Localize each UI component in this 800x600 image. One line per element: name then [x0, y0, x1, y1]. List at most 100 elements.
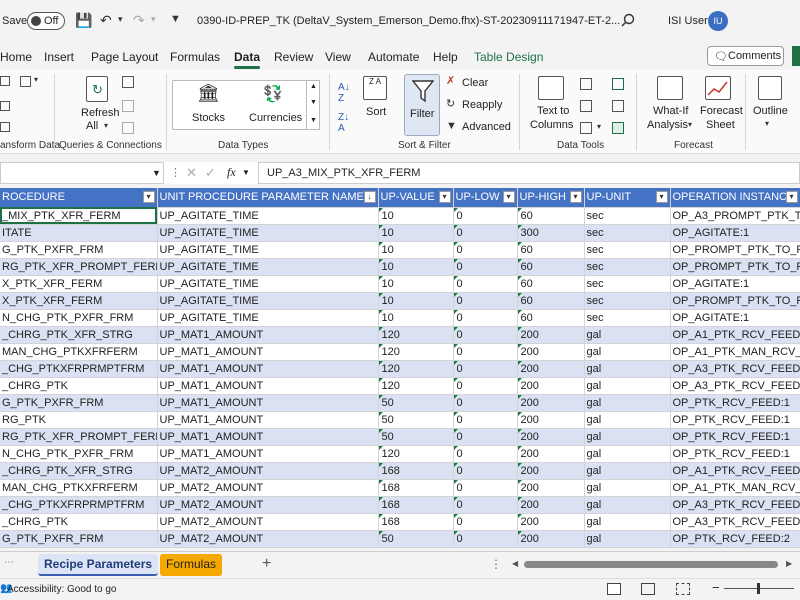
cell-up-high[interactable]: 60	[517, 292, 585, 310]
cell-up-value[interactable]: 10	[378, 275, 454, 293]
data-types-gallery[interactable]: 🏛 Stocks 💱 Currencies	[172, 80, 320, 130]
cell-up-low[interactable]: 0	[453, 377, 518, 395]
cell-parameter-name[interactable]: UP_MAT2_AMOUNT	[157, 479, 379, 497]
cell-up-value[interactable]: 120	[378, 445, 454, 463]
cell-up-value[interactable]: 168	[378, 496, 454, 514]
horizontal-scrollbar[interactable]	[524, 561, 778, 568]
scroll-left-icon[interactable]: ◀	[512, 559, 518, 568]
cell-up-unit[interactable]: gal	[584, 513, 671, 531]
sort-filter-icon[interactable]: ↓	[363, 191, 376, 203]
cell-parameter-name[interactable]: UP_MAT2_AMOUNT	[157, 462, 379, 480]
customize-toolbar-icon[interactable]: ▼	[170, 14, 181, 25]
cell-procedure[interactable]: _MIX_PTK_XFR_FERM	[0, 207, 158, 225]
cell-parameter-name[interactable]: UP_MAT1_AMOUNT	[157, 394, 379, 412]
cell-parameter-name[interactable]: UP_AGITATE_TIME	[157, 224, 379, 242]
cell-up-low[interactable]: 0	[453, 275, 518, 293]
cell-parameter-name[interactable]: UP_AGITATE_TIME	[157, 292, 379, 310]
filter-dropdown-icon[interactable]: ▾	[785, 191, 798, 203]
cell-up-value[interactable]: 50	[378, 530, 454, 548]
tab-page-layout[interactable]: Page Layout	[91, 50, 158, 64]
cell-operation-instance[interactable]: OP_PTK_RCV_FEED:2	[670, 530, 800, 548]
cell-operation-instance[interactable]: OP_A3_PTK_RCV_FEED:1	[670, 377, 800, 395]
cell-up-unit[interactable]: sec	[584, 224, 671, 242]
refresh-label[interactable]: Refresh	[81, 107, 120, 119]
data-model-icon[interactable]	[612, 122, 624, 134]
accessibility-status[interactable]: Accessibility: Good to go	[7, 584, 117, 595]
cell-up-low[interactable]: 0	[453, 394, 518, 412]
cell-procedure[interactable]: _CHRG_PTK	[0, 377, 158, 395]
cell-operation-instance[interactable]: OP_PROMPT_PTK_TO_FE	[670, 292, 800, 310]
from-table-icon[interactable]	[0, 101, 10, 111]
filter-dropdown-icon[interactable]: ▾	[438, 191, 451, 203]
cell-up-low[interactable]: 0	[453, 309, 518, 327]
chevron-down-icon[interactable]: ▼	[152, 168, 161, 178]
chevron-down-icon[interactable]: ▾	[688, 121, 692, 129]
cell-up-low[interactable]: 0	[453, 513, 518, 531]
cell-parameter-name[interactable]: UP_MAT1_AMOUNT	[157, 343, 379, 361]
cell-procedure[interactable]: _CHG_PTKXFRPRMPTFRM	[0, 360, 158, 378]
cell-up-low[interactable]: 0	[453, 292, 518, 310]
header-up-high[interactable]: UP-HIGH ▾	[517, 188, 585, 208]
sort-icon[interactable]: Z A	[363, 76, 387, 100]
get-data-icon[interactable]	[0, 76, 10, 86]
outline-label[interactable]: Outline	[753, 105, 788, 117]
cell-up-low[interactable]: 0	[453, 428, 518, 446]
chevron-down-icon[interactable]: ▼	[242, 168, 250, 177]
clear-label[interactable]: Clear	[462, 77, 488, 89]
header-parameter-name[interactable]: UNIT PROCEDURE PARAMETER NAME ↓	[157, 188, 379, 208]
cell-procedure[interactable]: ITATE	[0, 224, 158, 242]
forecast-sheet-icon[interactable]	[705, 76, 731, 100]
cell-operation-instance[interactable]: OP_A3_PTK_RCV_FEED:2	[670, 513, 800, 531]
cell-parameter-name[interactable]: UP_AGITATE_TIME	[157, 241, 379, 259]
queries-connections-icon[interactable]	[122, 76, 134, 88]
recent-sources-icon[interactable]	[0, 122, 10, 132]
cell-parameter-name[interactable]: UP_AGITATE_TIME	[157, 258, 379, 276]
sort-label[interactable]: Sort	[366, 106, 386, 118]
gallery-scroll[interactable]: ▲ ▼ ▼	[306, 80, 320, 130]
cell-up-unit[interactable]: gal	[584, 360, 671, 378]
cell-procedure[interactable]: N_CHG_PTK_PXFR_FRM	[0, 309, 158, 327]
cell-procedure[interactable]: _CHRG_PTK	[0, 513, 158, 531]
relationships-icon[interactable]	[612, 100, 624, 112]
advanced-filter-icon[interactable]: ▼	[446, 121, 457, 132]
cell-parameter-name[interactable]: UP_MAT1_AMOUNT	[157, 326, 379, 344]
cell-operation-instance[interactable]: OP_A1_PTK_RCV_FEED:2	[670, 462, 800, 480]
what-if-label-2[interactable]: Analysis	[647, 119, 688, 131]
cell-up-low[interactable]: 0	[453, 258, 518, 276]
formula-input[interactable]: UP_A3_MIX_PTK_XFR_FERM	[258, 162, 800, 184]
cell-operation-instance[interactable]: OP_A1_PTK_RCV_FEED:1	[670, 326, 800, 344]
scroll-right-icon[interactable]: ▶	[786, 559, 792, 568]
cell-up-value[interactable]: 120	[378, 377, 454, 395]
cell-up-high[interactable]: 200	[517, 513, 585, 531]
cell-up-unit[interactable]: gal	[584, 496, 671, 514]
cell-up-high[interactable]: 60	[517, 275, 585, 293]
comments-button[interactable]: 🗨 Comments	[707, 46, 784, 66]
cell-up-low[interactable]: 0	[453, 462, 518, 480]
cell-up-unit[interactable]: sec	[584, 292, 671, 310]
tab-insert[interactable]: Insert	[44, 50, 74, 64]
cell-parameter-name[interactable]: UP_MAT2_AMOUNT	[157, 496, 379, 514]
cell-up-unit[interactable]: sec	[584, 207, 671, 225]
cell-up-value[interactable]: 168	[378, 479, 454, 497]
cell-operation-instance[interactable]: OP_PTK_RCV_FEED:1	[670, 445, 800, 463]
filter-dropdown-icon[interactable]: ▾	[569, 191, 582, 203]
cell-procedure[interactable]: G_PTK_PXFR_FRM	[0, 394, 158, 412]
cell-procedure[interactable]: X_PTK_XFR_FERM	[0, 275, 158, 293]
cell-procedure[interactable]: MAN_CHG_PTKXFRFERM	[0, 479, 158, 497]
cell-up-low[interactable]: 0	[453, 411, 518, 429]
properties-icon[interactable]	[122, 100, 134, 112]
page-break-view-icon[interactable]	[676, 583, 690, 595]
tab-review[interactable]: Review	[274, 50, 313, 64]
tab-view[interactable]: View	[325, 50, 351, 64]
chevron-down-icon[interactable]: ▾	[765, 120, 769, 128]
avatar[interactable]: IU	[708, 11, 728, 31]
cell-parameter-name[interactable]: UP_MAT2_AMOUNT	[157, 530, 379, 548]
cell-up-value[interactable]: 10	[378, 224, 454, 242]
cell-parameter-name[interactable]: UP_MAT1_AMOUNT	[157, 377, 379, 395]
cell-up-value[interactable]: 168	[378, 513, 454, 531]
text-to-columns-icon[interactable]	[538, 76, 564, 100]
cell-procedure[interactable]: MAN_CHG_PTKXFRFERM	[0, 343, 158, 361]
autosave-toggle[interactable]: Off	[27, 12, 65, 30]
edit-links-icon[interactable]	[122, 122, 134, 134]
cell-up-unit[interactable]: gal	[584, 411, 671, 429]
